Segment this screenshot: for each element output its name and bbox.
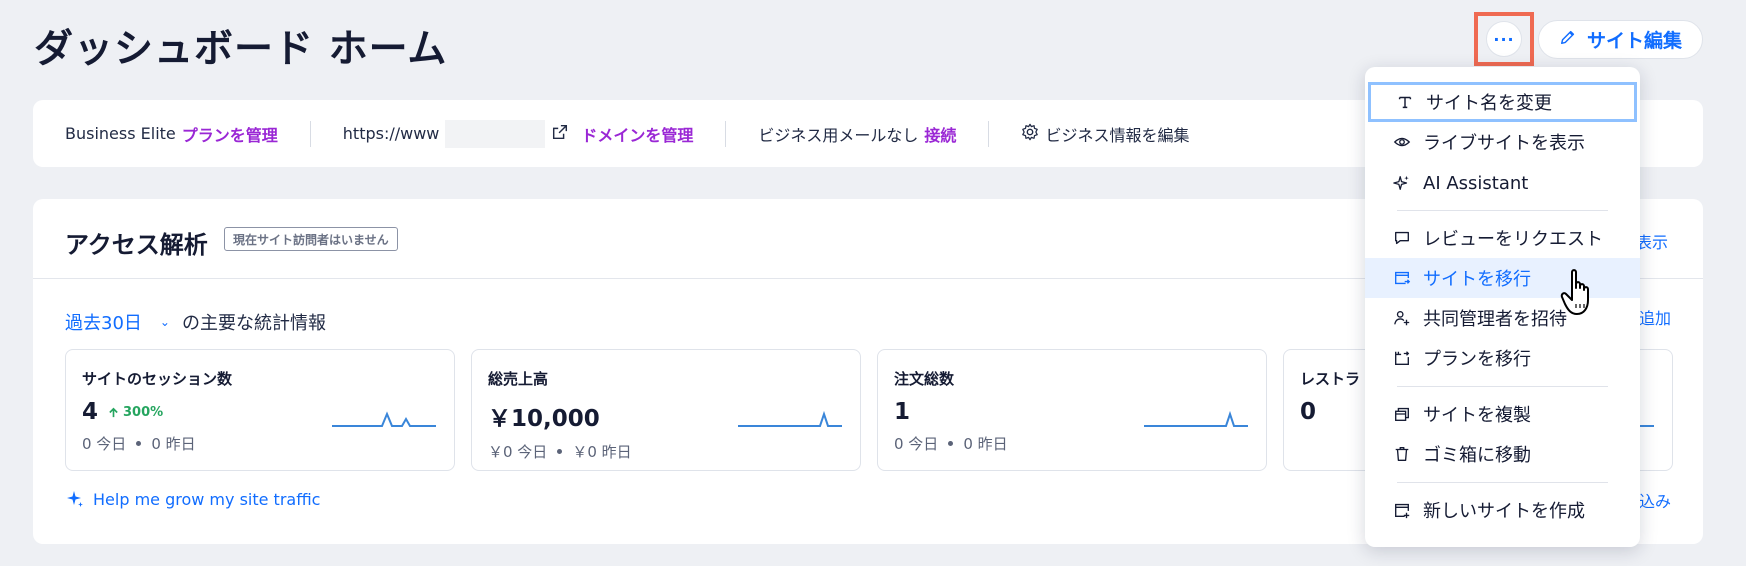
menu-item-label: サイトを複製 (1423, 405, 1531, 426)
menu-item-duplicate-site[interactable]: サイトを複製 (1365, 394, 1640, 434)
edit-business-info-label: ビジネス情報を編集 (1045, 125, 1190, 145)
visitors-badge: 現在サイト訪問者はいません (224, 227, 398, 251)
menu-item-ai-assistant[interactable]: AI Assistant (1365, 163, 1640, 203)
hand-cursor-icon (1560, 269, 1589, 315)
divider (309, 120, 311, 147)
divider (988, 120, 990, 147)
stat-label: サイトのセッション数 (82, 370, 233, 388)
pencil-icon (1559, 28, 1577, 51)
trash-icon (1395, 447, 1409, 461)
dot-separator (557, 449, 563, 454)
stat-label: 総売上高 (488, 370, 549, 388)
edit-site-button[interactable]: サイト編集 (1538, 20, 1703, 59)
manage-domain-link[interactable]: ドメインを管理 (581, 122, 693, 146)
menu-item-label: レビューをリクエスト (1423, 229, 1603, 250)
stat-yesterday: 0 昨日 (151, 435, 196, 453)
text-icon (1398, 96, 1412, 109)
trend-badge: 300% (108, 405, 163, 420)
stat-value: 1 (894, 399, 911, 425)
menu-item-move-to-trash[interactable]: ゴミ箱に移動 (1365, 434, 1640, 474)
manage-plan-link[interactable]: プランを管理 (182, 122, 278, 146)
menu-item-rename-site[interactable]: サイト名を変更 (1368, 82, 1637, 122)
dot-separator (136, 441, 142, 446)
period-suffix: の主要な統計情報 (181, 313, 326, 334)
stat-card-sales[interactable]: 総売上高 ￥10,000 ￥0 今日 ￥0 昨日 (471, 349, 861, 471)
stat-value: 0 (1300, 399, 1317, 425)
transfer-plan-icon (1395, 351, 1410, 365)
help-link-label: Help me grow my site traffic (93, 489, 321, 509)
page-title: ダッシュボード ホーム (34, 27, 448, 72)
stat-value: ￥10,000 (488, 406, 600, 432)
connect-email-link[interactable]: 接続 (924, 122, 956, 146)
menu-item-label: AI Assistant (1423, 172, 1529, 194)
plan-name: Business Elite (65, 124, 176, 143)
new-site-icon (1395, 503, 1410, 519)
add-stat-link[interactable]: 追加 (1639, 305, 1671, 329)
stat-yesterday: 0 昨日 (963, 435, 1008, 453)
period-value[interactable]: 過去30日 (65, 309, 142, 335)
stat-value: 4 (82, 399, 99, 425)
sparkline (738, 410, 842, 427)
chat-icon (1395, 231, 1409, 245)
menu-item-request-review[interactable]: レビューをリクエスト (1365, 218, 1640, 258)
sparkle-icon (1393, 175, 1409, 190)
email-status: ビジネス用メールなし (758, 125, 919, 145)
eye-icon (1393, 137, 1411, 147)
url-redacted (445, 119, 546, 148)
stat-today: 0 今日 (894, 435, 939, 453)
sparkline (1144, 410, 1248, 427)
stat-card-sessions[interactable]: サイトのセッション数 4 300% 0 今日 0 昨日 (65, 349, 455, 471)
menu-item-view-live-site[interactable]: ライブサイトを表示 (1365, 122, 1640, 162)
sparkline (332, 411, 436, 427)
menu-item-label: プランを移行 (1423, 349, 1531, 370)
menu-item-label: サイトを移行 (1423, 269, 1531, 290)
dot-separator (948, 441, 954, 446)
divider (725, 120, 727, 147)
invite-user-icon (1394, 311, 1410, 326)
edit-business-info-button[interactable]: ビジネス情報を編集 (1021, 122, 1189, 146)
stat-today: ￥0 今日 (488, 443, 548, 461)
stat-label: 注文総数 (894, 370, 955, 388)
gear-icon (1021, 123, 1039, 145)
site-url: https://www (342, 124, 440, 143)
stat-card-orders[interactable]: 注文総数 1 0 今日 0 昨日 (877, 349, 1267, 471)
more-actions-button[interactable]: ··· (1486, 21, 1522, 57)
edit-site-label: サイト編集 (1586, 30, 1682, 52)
menu-item-label: ゴミ箱に移動 (1423, 445, 1531, 466)
period-selector[interactable]: 過去30日 ⌄ の主要な統計情報 (65, 309, 326, 335)
trend-value: 300% (123, 404, 164, 420)
menu-item-label: ライブサイトを表示 (1423, 133, 1585, 154)
menu-item-label: 共同管理者を招待 (1423, 309, 1567, 330)
stat-today: 0 今日 (82, 435, 127, 453)
duplicate-icon (1395, 407, 1409, 421)
menu-item-transfer-plan[interactable]: プランを移行 (1365, 338, 1640, 378)
menu-item-create-new-site[interactable]: 新しいサイトを作成 (1365, 490, 1640, 530)
external-link-icon[interactable] (551, 123, 569, 145)
stat-yesterday: ￥0 昨日 (572, 443, 632, 461)
more-actions-highlight: ··· (1474, 12, 1534, 66)
menu-divider (1397, 386, 1608, 387)
sparkle-icon (67, 491, 83, 507)
chevron-down-icon[interactable]: ⌄ (160, 315, 170, 329)
arrow-up-icon (109, 407, 118, 417)
view-analytics-link[interactable]: 表示 (1636, 229, 1668, 253)
menu-item-label: 新しいサイトを作成 (1423, 501, 1585, 522)
analytics-title: アクセス解析 (65, 231, 208, 259)
menu-divider (1397, 210, 1608, 211)
more-link[interactable]: 込み (1639, 488, 1671, 512)
transfer-site-icon (1395, 271, 1411, 285)
help-grow-traffic-link[interactable]: Help me grow my site traffic (65, 489, 320, 509)
menu-item-label: サイト名を変更 (1426, 93, 1552, 114)
menu-divider (1397, 482, 1608, 483)
